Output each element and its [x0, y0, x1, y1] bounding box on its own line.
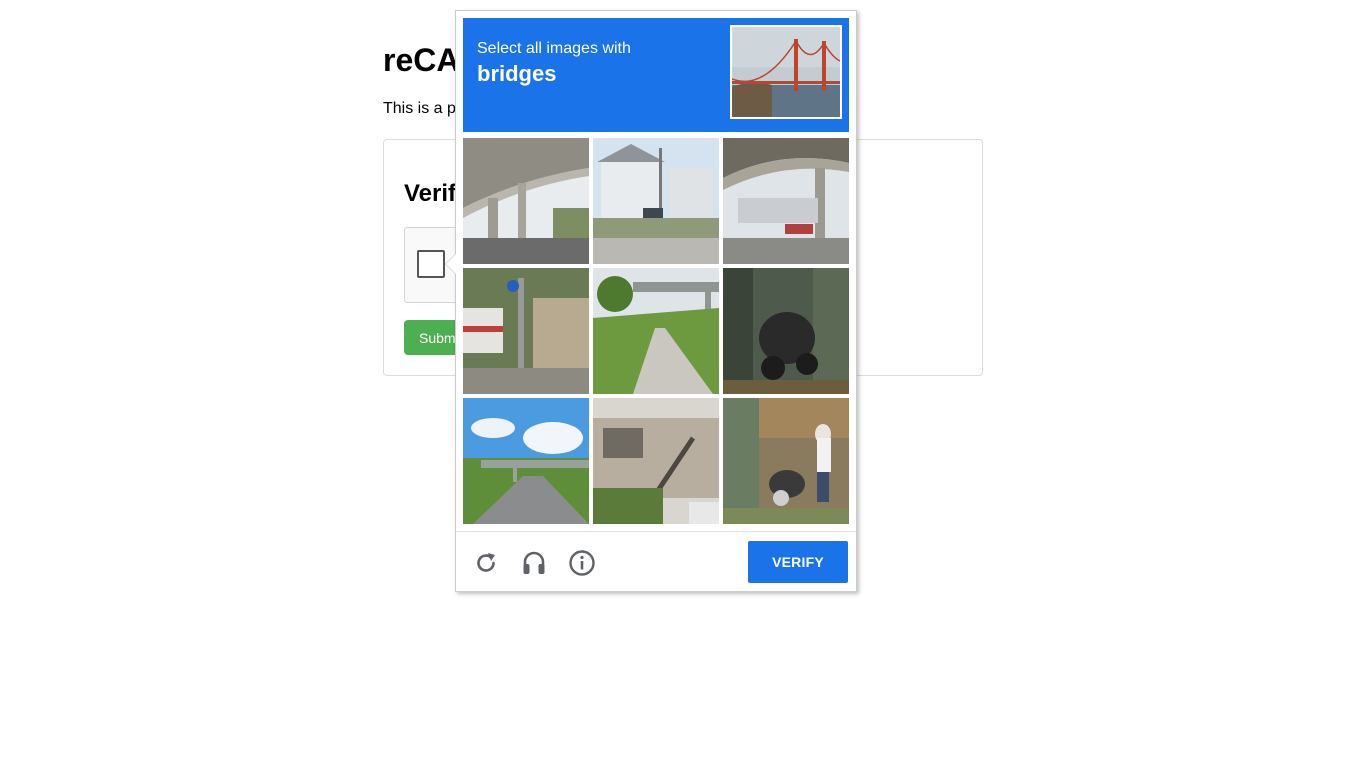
challenge-prompt: Select all images with — [477, 40, 631, 57]
image-tile[interactable] — [463, 398, 589, 524]
image-grid — [463, 138, 849, 524]
info-icon[interactable] — [568, 549, 596, 577]
image-tile[interactable] — [463, 138, 589, 264]
image-tile[interactable] — [723, 138, 849, 264]
recaptcha-checkbox[interactable] — [417, 250, 445, 278]
image-tile[interactable] — [593, 138, 719, 264]
challenge-banner: Select all images with bridges — [463, 18, 849, 132]
image-tile[interactable] — [723, 398, 849, 524]
sample-image-bridge — [730, 25, 842, 119]
headphones-icon[interactable] — [520, 549, 548, 577]
challenge-popup: Select all images with bridges VERIFY — [445, 10, 857, 592]
reload-icon[interactable] — [472, 549, 500, 577]
footer-divider — [456, 531, 856, 532]
verify-button[interactable]: VERIFY — [748, 541, 848, 583]
image-tile[interactable] — [723, 268, 849, 394]
image-tile[interactable] — [593, 398, 719, 524]
challenge-target: bridges — [477, 61, 557, 86]
image-tile[interactable] — [463, 268, 589, 394]
image-tile[interactable] — [593, 268, 719, 394]
